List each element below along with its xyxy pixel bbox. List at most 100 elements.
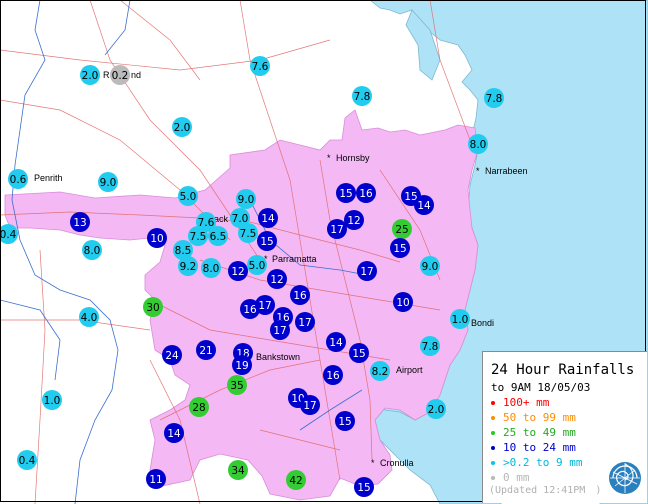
station-marker: 17 (295, 312, 315, 332)
station-marker: 9.0 (98, 172, 118, 192)
station-value: 42 (289, 475, 302, 487)
station-marker: 14 (258, 208, 278, 228)
station-marker: 16 (290, 285, 310, 305)
legend-dot-icon (491, 400, 495, 405)
station-value: 12 (270, 274, 283, 286)
station-value: 5.0 (180, 191, 197, 203)
station-marker: 12 (344, 210, 364, 230)
station-marker: 7.8 (352, 86, 372, 106)
station-value: 10 (150, 233, 163, 245)
station-marker: 8.2 (370, 361, 390, 381)
station-marker: 17 (270, 320, 290, 340)
station-value: 2.0 (82, 70, 99, 82)
place-cronulla: Cronulla (380, 458, 414, 468)
station-value: 16 (359, 188, 373, 200)
legend-dot-icon (491, 445, 495, 450)
bom-swirl-logo-icon (609, 462, 641, 494)
station-value: 25 (395, 224, 408, 236)
station-marker: 7.6 (250, 56, 270, 76)
station-value: 7.8 (486, 93, 503, 105)
station-value: 14 (329, 337, 343, 349)
station-marker: 9.2 (178, 256, 198, 276)
station-value: 15 (338, 416, 351, 428)
station-value: 17 (303, 400, 316, 412)
station-marker: 8.0 (82, 240, 102, 260)
station-marker: 16 (356, 183, 376, 203)
station-value: 9.2 (180, 261, 197, 273)
station-marker: 5.0 (178, 186, 198, 206)
station-value: 7.8 (354, 91, 371, 103)
station-marker: 15 (336, 183, 356, 203)
station-value: 21 (199, 345, 212, 357)
station-value: 8.0 (470, 139, 487, 151)
station-marker: 2.0 (172, 117, 192, 137)
place-narrabeen-marker: * (476, 166, 480, 176)
legend-row-02-9: >0.2 to 9 mm (491, 456, 582, 470)
station-marker: 17 (357, 261, 377, 281)
legend-dot-icon (491, 430, 495, 435)
legend-label: >0.2 to 9 mm (503, 456, 583, 469)
station-marker: 30 (143, 297, 163, 317)
legend-dot-icon (491, 460, 495, 465)
legend-subtitle: to 9AM 18/05/03 (491, 381, 591, 394)
station-value: 14 (417, 200, 431, 212)
legend-label: 50 to 99 mm (503, 411, 576, 424)
station-marker: 0.2 (110, 65, 130, 85)
station-value: 17 (298, 317, 311, 329)
station-marker: 34 (228, 460, 248, 480)
station-value: 24 (165, 350, 179, 362)
station-value: 0.4 (19, 455, 36, 467)
station-marker: 1.0 (450, 309, 470, 329)
station-marker: 13 (70, 212, 90, 232)
station-value: 17 (360, 266, 373, 278)
station-marker: 10 (147, 228, 167, 248)
station-value: 8.5 (175, 245, 192, 257)
station-value: 2.0 (428, 404, 445, 416)
station-value: 12 (231, 266, 244, 278)
legend-title: 24 Hour Rainfalls (491, 362, 635, 378)
station-marker: 9.0 (420, 256, 440, 276)
station-value: 12 (347, 215, 360, 227)
place-penrith: Penrith (34, 173, 63, 183)
station-marker: 19 (232, 355, 252, 375)
station-marker: 16 (323, 365, 343, 385)
station-marker: 14 (164, 423, 184, 443)
station-value: 2.0 (174, 122, 191, 134)
station-marker: 11 (146, 469, 166, 489)
legend-label: 0 mm (503, 471, 530, 484)
station-value: 9.0 (100, 177, 117, 189)
station-marker: 24 (162, 345, 182, 365)
station-value: 34 (231, 465, 245, 477)
station-value: 15 (260, 236, 273, 248)
station-marker: 15 (257, 231, 277, 251)
legend-dot-icon (491, 475, 495, 480)
station-marker: 2.0 (426, 399, 446, 419)
station-value: 11 (149, 474, 162, 486)
legend-row-10-24: 10 to 24 mm (491, 441, 576, 455)
station-value: 19 (235, 360, 248, 372)
station-marker: 10 (393, 292, 413, 312)
station-marker: 7.8 (484, 88, 504, 108)
station-marker: 5.0 (247, 255, 267, 275)
station-marker: 7.5 (238, 223, 258, 243)
legend-dot-icon (491, 415, 495, 420)
legend-label: 100+ mm (503, 396, 550, 409)
station-value: 4.0 (81, 312, 98, 324)
station-marker: 7.8 (420, 336, 440, 356)
station-value: 0.2 (112, 70, 129, 82)
updated-suffix: ) (595, 485, 602, 496)
legend-row-0: 0 mm (491, 471, 530, 485)
station-marker: 17 (300, 395, 320, 415)
station-value: 13 (73, 217, 86, 229)
station-marker: 8.0 (468, 134, 488, 154)
legend-row-25-49: 25 to 49 mm (491, 426, 576, 440)
station-marker: 14 (414, 195, 434, 215)
station-marker: 12 (228, 261, 248, 281)
station-marker: 25 (392, 219, 412, 239)
station-marker: 15 (390, 238, 410, 258)
station-marker: 15 (335, 411, 355, 431)
legend-label: 10 to 24 mm (503, 441, 576, 454)
station-value: 16 (243, 304, 257, 316)
station-marker: 35 (227, 375, 247, 395)
place-r: R (103, 70, 110, 80)
